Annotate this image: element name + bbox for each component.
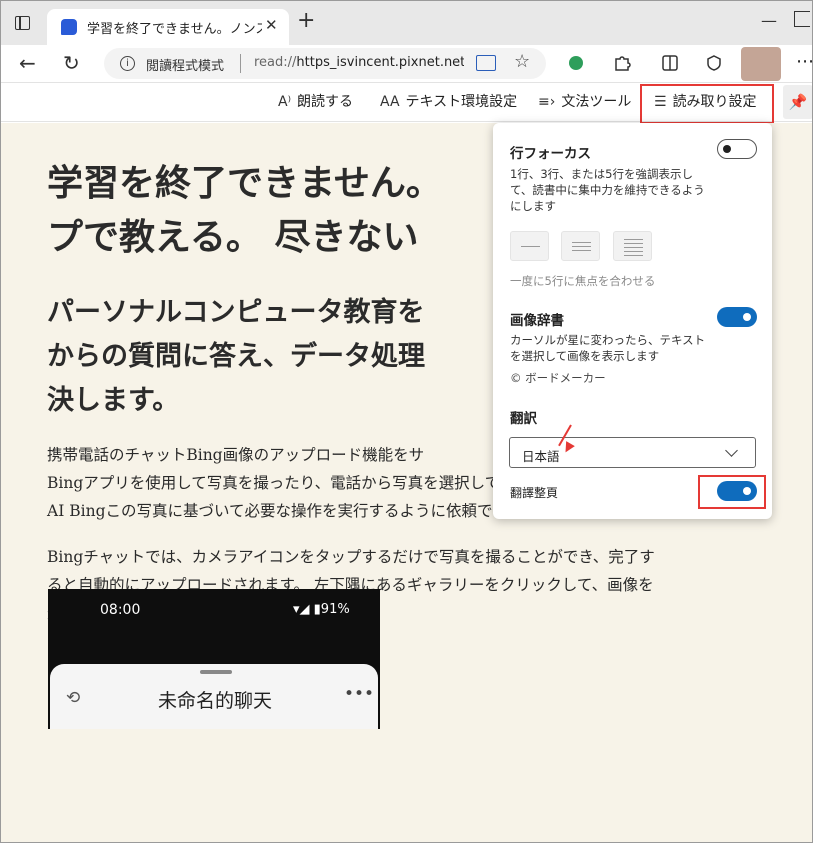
immersive-reader-icon[interactable] <box>476 55 496 71</box>
reading-prefs-highlight <box>640 84 774 124</box>
pin-icon[interactable]: 📌 <box>783 85 812 119</box>
info-icon[interactable]: i <box>120 56 135 71</box>
split-screen-icon[interactable] <box>661 54 679 72</box>
chat-favicon-icon <box>61 19 77 35</box>
url-text[interactable]: read://https_isvincent.pixnet.net... <box>254 55 464 70</box>
translate-full-page-label: 翻譯整頁 <box>510 486 559 500</box>
translate-language-value: 日本語 <box>522 449 560 464</box>
history-icon: ⟲ <box>66 688 81 708</box>
translate-language-select[interactable]: 日本語 <box>509 437 756 468</box>
address-divider <box>240 54 241 73</box>
line-focus-toggle[interactable] <box>717 139 757 159</box>
more-options-icon[interactable]: ⋯ <box>796 51 812 72</box>
new-tab-button[interactable]: + <box>297 10 315 32</box>
phone-time: 08:00 <box>100 602 141 618</box>
address-bar[interactable]: i 閲讀程式模式 read://https_isvincent.pixnet.n… <box>104 48 546 79</box>
reading-preferences-panel: 行フォーカス 1行、3行、または5行を強調表示して、読書中に集中力を維持できるよ… <box>493 123 772 519</box>
phone-chat-title: 未命名的聊天 <box>158 690 273 712</box>
refresh-icon[interactable]: ↻ <box>63 51 80 75</box>
translate-toggle-highlight <box>698 475 766 509</box>
back-arrow-icon[interactable]: ← <box>19 51 36 75</box>
profile-avatar[interactable] <box>741 47 781 81</box>
text-preferences-button[interactable]: AA テキスト環境設定 <box>380 83 517 122</box>
focus-3-lines-button[interactable] <box>561 231 600 261</box>
reader-toolbar: A⁾ 朗読する AA テキスト環境設定 ≡› 文法ツール ☰ 読み取り設定 📌 <box>1 83 812 124</box>
browser-toolbar: ← ↻ i 閲讀程式模式 read://https_isvincent.pixn… <box>1 45 812 83</box>
translate-title: 翻訳 <box>510 411 537 427</box>
grammar-tools-button[interactable]: ≡› 文法ツール <box>538 83 631 122</box>
browser-essentials-icon[interactable] <box>705 54 723 72</box>
line-focus-title: 行フォーカス <box>510 146 591 162</box>
line-focus-hint: 一度に5行に焦点を合わせる <box>510 274 656 288</box>
favorite-star-icon[interactable]: ☆ <box>514 51 530 72</box>
active-tab[interactable]: 学習を終了できません。ノンス ✕ <box>47 9 289 45</box>
focus-5-lines-button[interactable] <box>613 231 652 261</box>
boardmaker-credit: © ボードメーカー <box>510 371 606 385</box>
tab-actions-icon[interactable] <box>15 16 30 30</box>
close-tab-icon[interactable]: ✕ <box>265 16 278 34</box>
reader-mode-label: 閲讀程式模式 <box>146 59 225 74</box>
tab-title: 学習を終了できません。ノンス <box>87 22 262 37</box>
read-aloud-icon: A⁾ <box>278 94 292 110</box>
chevron-down-icon <box>725 444 738 457</box>
minimize-button[interactable]: — <box>761 11 777 30</box>
phone-chat-sheet: ⟲ 未命名的聊天 ••• <box>50 664 378 729</box>
tab-bar: 学習を終了できません。ノンス ✕ + — <box>1 1 812 45</box>
sheet-handle <box>200 670 232 674</box>
window-control-icon[interactable] <box>794 11 810 27</box>
picture-dictionary-description: カーソルが星に変わったら、テキストを選択して画像を表示します <box>510 333 706 363</box>
picture-dictionary-toggle[interactable] <box>717 307 757 327</box>
picture-dictionary-title: 画像辞書 <box>510 313 564 329</box>
phone-status: ▾◢ ▮91% <box>293 602 350 617</box>
phone-screenshot-image: 08:00 ▾◢ ▮91% ⟲ 未命名的聊天 ••• <box>48 589 380 729</box>
text-size-icon: AA <box>380 94 400 110</box>
line-focus-description: 1行、3行、または5行を強調表示して、読書中に集中力を維持できるようにします <box>510 167 705 213</box>
read-aloud-button[interactable]: A⁾ 朗読する <box>278 83 353 122</box>
focus-1-line-button[interactable] <box>510 231 549 261</box>
grammar-icon: ≡› <box>538 94 556 110</box>
extension-green-icon[interactable] <box>567 54 585 72</box>
browser-window: 学習を終了できません。ノンス ✕ + — ← ↻ i 閲讀程式模式 read:/… <box>0 0 813 843</box>
phone-more-icon: ••• <box>344 684 375 704</box>
puzzle-extensions-icon[interactable] <box>613 54 631 72</box>
